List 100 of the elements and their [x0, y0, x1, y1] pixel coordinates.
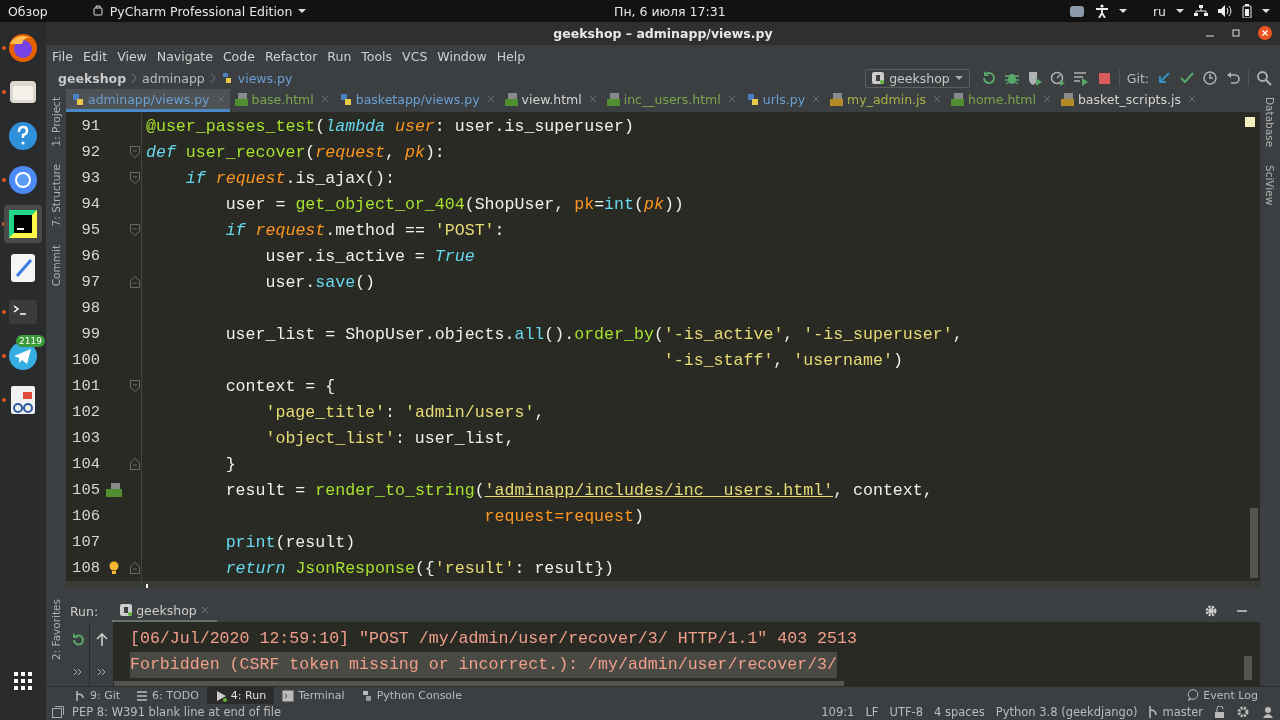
panel-toggle-icon[interactable] [52, 705, 64, 718]
rerun-icon[interactable] [70, 632, 85, 647]
shield-icon[interactable] [1026, 70, 1043, 86]
html-file-icon[interactable] [106, 483, 122, 497]
tool-window-button[interactable]: 9: Git [66, 687, 129, 704]
more-icon[interactable] [96, 667, 107, 676]
editor-tab[interactable]: urls.py [740, 89, 826, 112]
tool-window-button[interactable]: 6: TODO [128, 687, 207, 704]
undo-icon[interactable] [1225, 70, 1241, 86]
event-log-button[interactable]: Event Log [1179, 686, 1266, 704]
html-file-icon [606, 92, 620, 106]
js-file-icon [1060, 92, 1074, 106]
editor-tab[interactable]: view.html [499, 89, 602, 112]
menu-item[interactable]: Edit [82, 48, 108, 64]
js-file-icon [830, 92, 844, 106]
html-file-icon [504, 92, 518, 106]
status-item[interactable]: Python 3.8 (geekdjango) [995, 704, 1138, 719]
caret-icon [1262, 8, 1270, 14]
status-item[interactable]: 109:1 [821, 704, 855, 719]
menu-item[interactable]: VCS [402, 48, 428, 64]
lightbulb-icon[interactable] [109, 561, 119, 575]
more-icon[interactable] [72, 667, 83, 676]
tool-window-tab[interactable]: 1: Project [50, 97, 62, 147]
clock-icon[interactable] [1202, 70, 1218, 86]
menu-item[interactable]: Window [437, 48, 487, 64]
run-config-dropdown[interactable]: geekshop [865, 68, 970, 88]
menu-item[interactable]: Run [327, 48, 352, 64]
menu-item[interactable]: View [117, 48, 147, 64]
branch-widget[interactable]: master [1148, 704, 1203, 719]
menu-item[interactable]: Tools [361, 48, 393, 64]
dock-item[interactable]: 2119 [4, 337, 42, 375]
status-item[interactable]: UTF-8 [889, 704, 923, 719]
accessibility-icon[interactable] [1094, 4, 1109, 18]
breadcrumb[interactable]: adminapp [142, 70, 205, 86]
django-icon [120, 604, 133, 616]
code-line: @user_passes_test(lambda user: user.is_superuser) [145, 116, 634, 136]
fold-marker-icon[interactable] [129, 146, 140, 158]
app-grid-icon[interactable] [14, 672, 32, 690]
editor-tab[interactable]: home.html [946, 89, 1056, 112]
tool-window-button[interactable]: Python Console [352, 687, 470, 704]
keyboard-layout[interactable]: ru [1152, 3, 1166, 19]
run-list-icon[interactable] [1072, 70, 1089, 86]
inspector-icon[interactable] [1262, 705, 1274, 718]
editor-tab[interactable]: basket_scripts.js [1055, 89, 1201, 112]
gear-icon[interactable] [1237, 705, 1251, 718]
settings-icon[interactable] [1204, 604, 1218, 618]
console-output-line: [06/Jul/2020 12:59:10] "POST /my/admin/user/recover/3/ HTTP/1.1" 403 2513 [130, 628, 857, 650]
tool-window-tab[interactable]: Commit [50, 244, 62, 287]
scrollbar-thumb[interactable] [1250, 508, 1258, 578]
menu-item[interactable]: File [52, 48, 73, 64]
menu-item[interactable]: Navigate [156, 48, 213, 64]
up-arrow-icon[interactable] [95, 632, 108, 647]
activities-button[interactable]: Обзор [8, 3, 48, 19]
editor-tab[interactable]: inc__users.html [601, 89, 741, 112]
tool-window-tab[interactable]: Database [1264, 97, 1276, 148]
tool-window-tab[interactable]: SciView [1264, 165, 1276, 206]
network-icon[interactable] [1194, 5, 1208, 17]
tool-window-tab[interactable]: 2: Favorites [50, 599, 62, 660]
git-label: Git: [1126, 70, 1149, 86]
line-number: 94 [80, 195, 100, 213]
volume-icon[interactable] [1218, 5, 1232, 17]
menu-item[interactable]: Help [496, 48, 526, 64]
scrollbar-thumb[interactable] [1244, 656, 1252, 680]
breadcrumb[interactable]: views.py [237, 70, 293, 86]
fold-marker-icon[interactable] [129, 224, 140, 236]
caret-icon [1118, 8, 1127, 14]
status-item[interactable]: LF [865, 704, 879, 719]
clock[interactable]: Пн, 6 июля 17:31 [614, 3, 726, 19]
rerun-icon[interactable] [980, 70, 997, 86]
gauge-icon[interactable] [1049, 70, 1066, 86]
fold-marker-icon[interactable] [129, 380, 140, 392]
battery-icon[interactable] [1242, 4, 1252, 18]
browser-icon [7, 32, 39, 64]
tool-window-button[interactable]: 4: Run [206, 687, 275, 704]
app-icon [91, 5, 104, 17]
scrollbar-thumb[interactable] [114, 681, 844, 686]
menu-item[interactable]: Code [222, 48, 255, 64]
app-menu[interactable]: PyCharm Professional Edition [109, 3, 293, 19]
line-number: 101 [71, 377, 100, 395]
tool-window-button[interactable]: Terminal [274, 687, 353, 704]
status-item[interactable]: 4 spaces [934, 704, 985, 719]
menu-item[interactable]: Refactor [264, 48, 318, 64]
editor-tab[interactable]: basketapp/views.py [333, 89, 500, 112]
fold-marker-icon[interactable] [129, 172, 140, 184]
fold-marker-icon[interactable] [129, 562, 140, 574]
tool-window-tab[interactable]: 7: Structure [50, 164, 62, 227]
checkmark-icon[interactable] [1179, 70, 1195, 86]
editor-tab[interactable]: my_admin.js [825, 89, 946, 112]
dock-item[interactable] [4, 205, 42, 243]
arrow-icon[interactable] [1156, 70, 1172, 86]
fold-marker-icon[interactable] [129, 276, 140, 288]
search-icon[interactable] [1256, 70, 1272, 86]
fold-marker-icon[interactable] [129, 458, 140, 470]
close-icon[interactable] [1258, 26, 1272, 40]
editor-tab[interactable]: adminapp/views.py [66, 89, 230, 112]
restore-icon[interactable] [1232, 29, 1240, 37]
lock-icon[interactable] [1214, 705, 1226, 718]
run-tab[interactable]: geekshop [112, 600, 217, 622]
breadcrumb[interactable]: geekshop [58, 70, 127, 86]
editor-tab[interactable]: base.html [229, 89, 334, 112]
